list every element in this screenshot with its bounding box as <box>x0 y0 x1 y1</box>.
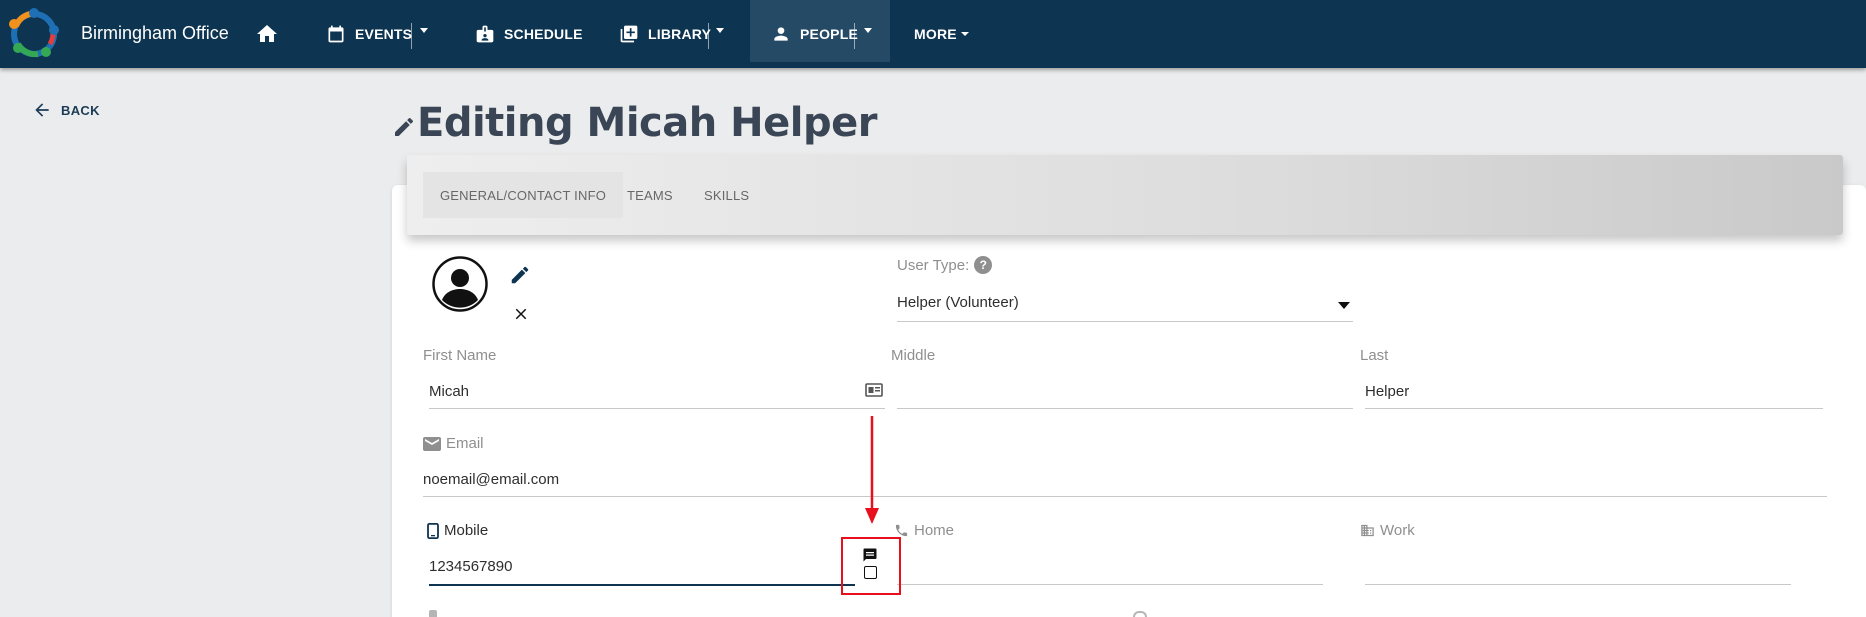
home-phone-underline <box>897 584 1323 585</box>
nav-library-label: LIBRARY <box>648 26 712 42</box>
nav-more[interactable]: MORE <box>914 0 969 68</box>
arrow-left-icon <box>35 103 49 117</box>
close-icon[interactable] <box>512 305 530 323</box>
pencil-icon[interactable] <box>509 264 531 286</box>
email-underline <box>423 496 1827 497</box>
nav-people-label: PEOPLE <box>800 26 858 42</box>
page-title: Editing Micah Helper <box>417 100 877 146</box>
badge-icon <box>476 25 494 43</box>
privacy-icon-partial <box>1133 611 1147 617</box>
user-type-select[interactable]: Helper (Volunteer) <box>897 294 1019 311</box>
user-type-label: User Type: ? <box>897 256 993 274</box>
people-dropdown-caret[interactable] <box>864 28 872 33</box>
tab-general-contact-info[interactable]: GENERAL/CONTACT INFO <box>423 172 624 218</box>
chevron-down-icon <box>960 32 969 36</box>
library-add-icon <box>620 25 638 43</box>
nav-divider <box>708 23 709 49</box>
first-name-input[interactable]: Micah <box>429 383 469 400</box>
nav-events[interactable]: EVENTS <box>326 0 412 68</box>
work-phone-underline <box>1365 584 1791 585</box>
tab-bar: GENERAL/CONTACT INFO TEAMS SKILLS <box>407 155 1843 235</box>
nav-divider <box>854 23 855 49</box>
first-name-label: First Name <box>423 347 497 364</box>
mobile-input[interactable]: 1234567890 <box>429 558 512 575</box>
top-navigation-bar: Birmingham Office EVENTS SCHEDULE LIBRAR… <box>0 0 1866 68</box>
work-phone-input-area[interactable] <box>1365 550 1791 584</box>
person-icon <box>774 27 788 41</box>
work-phone-label: Work <box>1360 522 1415 539</box>
nav-library[interactable]: LIBRARY <box>619 0 711 68</box>
events-dropdown-caret[interactable] <box>420 28 428 33</box>
mobile-label: Mobile <box>427 522 488 539</box>
contact-card-icon[interactable] <box>865 383 883 397</box>
home-phone-label: Home <box>894 522 954 539</box>
first-name-underline <box>429 408 885 409</box>
last-name-underline <box>1365 408 1823 409</box>
nav-schedule-label: SCHEDULE <box>504 26 583 42</box>
middle-name-underline <box>897 408 1353 409</box>
organization-name[interactable]: Birmingham Office <box>81 23 229 44</box>
envelope-icon <box>423 436 441 451</box>
account-circle-icon <box>432 256 488 312</box>
email-input[interactable]: noemail@email.com <box>423 471 559 488</box>
home-phone-input-area[interactable] <box>897 550 1323 584</box>
back-button[interactable]: BACK <box>32 100 100 120</box>
office-building-icon <box>1361 524 1374 537</box>
nav-people[interactable]: PEOPLE <box>771 0 858 68</box>
question-circle-icon[interactable]: ? <box>974 256 993 274</box>
back-label: BACK <box>61 102 100 118</box>
cellphone-icon <box>427 522 439 539</box>
nav-events-label: EVENTS <box>355 26 413 42</box>
calendar-icon <box>328 25 344 43</box>
organization-logo <box>9 8 59 58</box>
annotation-arrow <box>865 416 879 524</box>
middle-name-label: Middle <box>891 347 936 364</box>
email-label: Email <box>423 435 484 452</box>
tab-skills[interactable]: SKILLS <box>704 172 749 218</box>
tab-teams[interactable]: TEAMS <box>627 172 673 218</box>
phone-icon <box>895 524 908 537</box>
last-name-label: Last <box>1360 347 1389 364</box>
library-dropdown-caret[interactable] <box>716 28 724 33</box>
mobile-underline <box>429 584 855 586</box>
annotation-highlight-box <box>841 537 901 595</box>
middle-name-input-area[interactable] <box>897 376 1353 408</box>
birthday-icon-partial <box>429 610 437 617</box>
nav-schedule[interactable]: SCHEDULE <box>475 0 583 68</box>
chevron-down-icon[interactable] <box>1338 302 1350 309</box>
nav-more-label: MORE <box>914 26 957 42</box>
last-name-input[interactable]: Helper <box>1365 383 1409 400</box>
home-icon[interactable] <box>254 22 280 46</box>
nav-divider <box>411 23 412 49</box>
pencil-icon <box>395 117 413 136</box>
user-type-underline <box>897 321 1353 322</box>
